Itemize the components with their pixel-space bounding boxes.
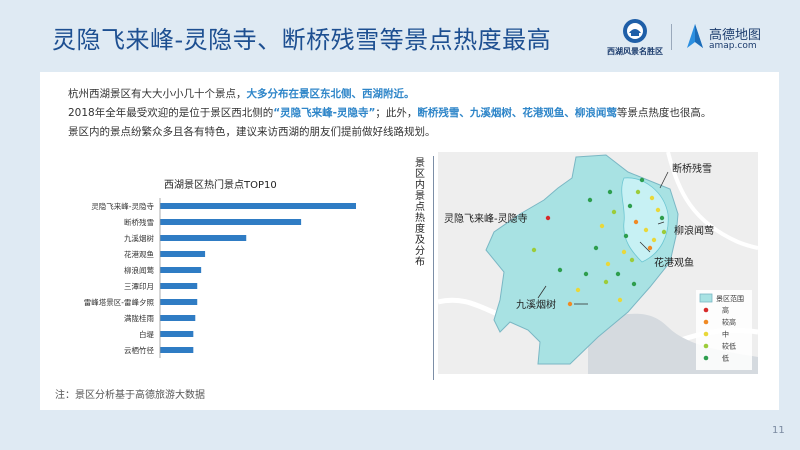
map-label-liulang: 柳浪闻莺	[674, 224, 714, 237]
heat-dot	[661, 229, 667, 235]
slide: 灵隐飞来峰-灵隐寺、断桥残雪等景点热度最高 西湖风景名胜区 高德地图 amap.…	[0, 0, 800, 450]
section-divider	[433, 156, 434, 380]
map-caption: 景区内景点热度及分布	[415, 158, 425, 268]
legend-level-label: 高	[722, 306, 729, 315]
bar	[160, 315, 196, 321]
page-number: 11	[772, 425, 785, 436]
intro-line-1: 杭州西湖景区有大大小小几十个景点，大多分布在景区东北侧、西湖附近。	[68, 86, 415, 101]
map-label-lingyin: 灵隐飞来峰-灵隐寺	[444, 213, 528, 225]
heat-dot	[651, 237, 657, 243]
xihu-logo-text: 西湖风景名胜区	[607, 47, 663, 56]
heat-dot	[631, 281, 637, 287]
legend-level-label: 中	[722, 330, 729, 339]
heat-dot	[627, 203, 633, 209]
amap-logo: 高德地图 amap.com	[683, 22, 773, 58]
legend-dot	[703, 319, 709, 325]
category-label: 柳浪闻莺	[124, 265, 154, 275]
bar	[160, 203, 356, 209]
heat-dot	[639, 177, 645, 183]
heat-dot	[583, 271, 589, 277]
map-label-huagang: 花港观鱼	[654, 256, 694, 269]
category-label: 灵隐飞来峰-灵隐寺	[91, 201, 154, 211]
intro-line-2-highlight-b: 断桥残雪、九溪烟树、花港观鱼、柳浪闻莺	[417, 107, 617, 119]
heat-dot	[617, 297, 623, 303]
heat-dot	[567, 301, 573, 307]
heat-dot	[603, 279, 609, 285]
intro-line-3: 景区内的景点纷繁众多且各有特色，建议来访西湖的朋友们提前做好线路规划。	[68, 126, 436, 138]
category-label: 九溪烟树	[124, 233, 154, 243]
heat-dot	[587, 197, 593, 203]
heat-dot	[659, 215, 665, 221]
heat-dot	[629, 257, 635, 263]
heat-dot	[633, 219, 639, 225]
heat-dot	[611, 209, 617, 215]
legend-dot	[703, 307, 709, 313]
intro-line-1-highlight: 大多分布在景区东北侧、西湖附近。	[246, 88, 415, 100]
xihu-scenic-logo: 西湖风景名胜区	[600, 16, 670, 60]
bar	[160, 267, 202, 273]
logo-divider	[671, 24, 672, 50]
map-legend: 景区范围 高较高中较低低	[696, 290, 752, 370]
legend-dot	[703, 343, 709, 349]
legend-level-label: 较高	[722, 318, 736, 327]
legend-level-label: 较低	[722, 342, 736, 351]
heat-dot	[599, 223, 605, 229]
category-label: 雷峰塔景区-雷峰夕照	[84, 297, 155, 307]
heat-dot	[649, 195, 655, 201]
heat-dot	[607, 189, 613, 195]
amap-icon	[687, 24, 703, 48]
footnote: 注：景区分析基于高德旅游大数据	[55, 390, 205, 401]
legend-area-label: 景区范围	[716, 294, 744, 303]
intro-line-2-text-a: 2018年全年最受欢迎的是位于景区西北侧的	[68, 107, 274, 119]
heat-dot	[615, 271, 621, 277]
heat-dot	[655, 207, 661, 213]
intro-line-2-text-c: 等景点热度也很高。	[616, 107, 712, 119]
heat-dot	[575, 287, 581, 293]
heat-dot	[635, 189, 641, 195]
bar	[160, 235, 247, 241]
heat-dot	[557, 267, 563, 273]
heat-dot	[621, 249, 627, 255]
content-card: 杭州西湖景区有大大小小几十个景点，大多分布在景区东北侧、西湖附近。 2018年全…	[40, 72, 779, 410]
heat-dot	[643, 227, 649, 233]
map-label-jiuxi: 九溪烟树	[516, 298, 556, 311]
scenic-map: 灵隐飞来峰-灵隐寺 断桥残雪 柳浪闻莺 花港观鱼 九溪烟树 景区范围 高较高中较…	[437, 151, 759, 374]
bar-chart: 灵隐飞来峰-灵隐寺断桥残雪九溪烟树花港观鱼柳浪闻莺三潭印月雷峰塔景区-雷峰夕照满…	[84, 198, 356, 358]
category-label: 满陇桂雨	[124, 313, 154, 323]
category-label: 云栖竹径	[124, 345, 154, 355]
category-label: 断桥残雪	[124, 217, 154, 227]
intro-line-2-highlight-a: “灵隐飞来峰-灵隐寺”	[273, 107, 376, 119]
legend-dot	[703, 331, 709, 337]
intro-line-1-text: 杭州西湖景区有大大小小几十个景点，	[68, 88, 247, 100]
bar	[160, 219, 302, 225]
category-label: 白堤	[139, 329, 154, 339]
bar	[160, 283, 198, 289]
heat-dot	[605, 261, 611, 267]
bar	[160, 331, 194, 337]
intro-line-2: 2018年全年最受欢迎的是位于景区西北侧的“灵隐飞来峰-灵隐寺”；此外，断桥残雪…	[68, 105, 711, 120]
legend-area-swatch	[699, 293, 713, 303]
bar	[160, 347, 194, 353]
legend-dot	[703, 355, 709, 361]
category-label: 三潭印月	[124, 282, 154, 291]
bar	[160, 251, 206, 257]
amap-logo-url: amap.com	[709, 41, 757, 51]
heat-dot	[623, 233, 629, 239]
chart-title: 西湖景区热门景点TOP10	[164, 180, 277, 191]
legend-level-label: 低	[722, 354, 729, 363]
heat-dot	[647, 245, 653, 251]
heat-dot	[545, 215, 551, 221]
heat-dot	[593, 245, 599, 251]
heat-dot	[531, 247, 537, 253]
bar	[160, 299, 198, 305]
intro-line-2-text-b: ；此外，	[375, 107, 418, 119]
map-label-duanqiao: 断桥残雪	[672, 162, 712, 175]
category-label: 花港观鱼	[124, 249, 154, 259]
page-title: 灵隐飞来峰-灵隐寺、断桥残雪等景点热度最高	[52, 26, 552, 54]
